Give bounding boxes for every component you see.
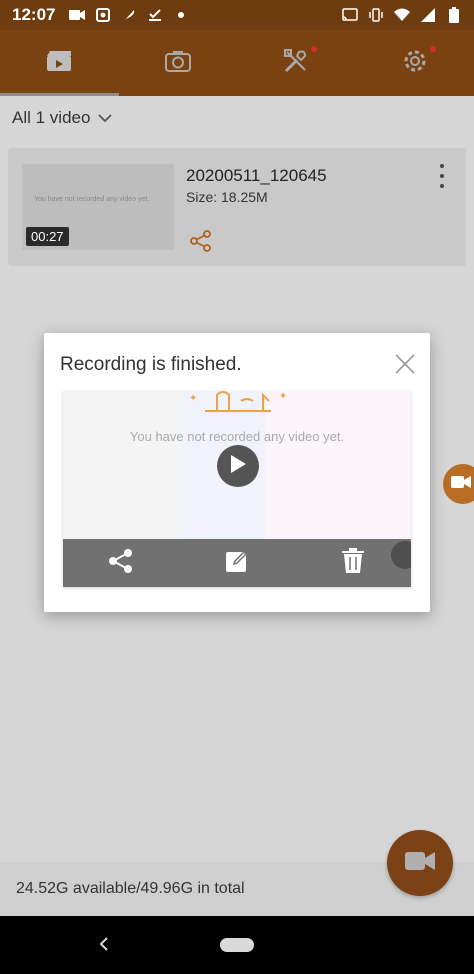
share-icon bbox=[108, 548, 134, 579]
record-fab-button[interactable] bbox=[387, 830, 453, 896]
floating-record-bubble[interactable] bbox=[443, 464, 474, 504]
recording-finished-dialog: Recording is finished. ✦ ✦ You have not r… bbox=[44, 333, 430, 612]
clapperboard-icon bbox=[46, 50, 72, 77]
svg-text:✦: ✦ bbox=[279, 391, 287, 402]
tab-tools[interactable] bbox=[237, 30, 356, 96]
video-title: 20200511_120645 bbox=[186, 166, 327, 185]
video-camera-icon bbox=[451, 475, 471, 494]
decoration-icon: ✦ ✦ bbox=[183, 391, 293, 422]
dialog-title: Recording is finished. bbox=[60, 354, 242, 375]
home-pill-button[interactable] bbox=[220, 938, 254, 952]
video-preview[interactable]: ✦ ✦ You have not recorded any video yet. bbox=[63, 391, 411, 587]
video-card[interactable]: You have not recorded any video yet. 00:… bbox=[8, 148, 466, 266]
status-bar: 12:07 bbox=[0, 0, 474, 30]
gear-icon bbox=[402, 45, 436, 79]
dot-icon bbox=[173, 8, 189, 22]
svg-text:✦: ✦ bbox=[189, 393, 197, 404]
edit-icon bbox=[225, 549, 249, 578]
chevron-down-icon bbox=[98, 108, 113, 128]
system-nav-bar bbox=[0, 916, 474, 974]
wifi-icon bbox=[394, 8, 410, 22]
status-time: 12:07 bbox=[12, 5, 56, 24]
thumbnail-caption: You have not recorded any video yet. bbox=[34, 196, 150, 203]
feather-icon bbox=[121, 8, 137, 22]
tab-settings[interactable] bbox=[356, 30, 474, 96]
back-icon[interactable] bbox=[98, 936, 110, 957]
share-button[interactable] bbox=[63, 539, 179, 587]
settings-badge bbox=[429, 45, 436, 52]
video-size: Size: 18.25M bbox=[186, 189, 268, 205]
more-options-icon[interactable] bbox=[440, 164, 446, 188]
trash-icon bbox=[342, 547, 364, 579]
main-toolbar bbox=[0, 30, 474, 96]
preview-action-bar bbox=[63, 539, 411, 587]
app-notification-icon bbox=[95, 8, 111, 22]
tools-icon bbox=[283, 45, 318, 79]
signal-icon bbox=[420, 8, 436, 22]
close-icon[interactable] bbox=[394, 353, 416, 375]
floating-bubble-thumbnail bbox=[391, 541, 411, 569]
camera-icon bbox=[164, 50, 191, 77]
tools-badge bbox=[311, 45, 318, 52]
preview-caption: You have not recorded any video yet. bbox=[129, 429, 345, 444]
vibrate-icon bbox=[368, 8, 384, 22]
video-duration: 00:27 bbox=[26, 227, 69, 246]
share-icon[interactable] bbox=[190, 230, 212, 257]
video-camera-icon bbox=[69, 8, 86, 22]
video-camera-icon bbox=[405, 850, 435, 877]
storage-info: 24.52G available/49.96G in total bbox=[16, 880, 245, 897]
filter-label: All 1 video bbox=[12, 108, 91, 127]
tab-videos[interactable] bbox=[0, 30, 119, 96]
download-done-icon bbox=[147, 8, 163, 22]
tab-photos[interactable] bbox=[119, 30, 238, 96]
video-filter-dropdown[interactable]: All 1 video bbox=[12, 108, 113, 128]
play-icon bbox=[229, 454, 247, 479]
battery-icon bbox=[446, 7, 462, 23]
video-thumbnail[interactable]: You have not recorded any video yet. 00:… bbox=[22, 164, 174, 250]
cast-icon bbox=[342, 8, 358, 22]
play-button[interactable] bbox=[217, 445, 259, 487]
edit-button[interactable] bbox=[179, 539, 295, 587]
